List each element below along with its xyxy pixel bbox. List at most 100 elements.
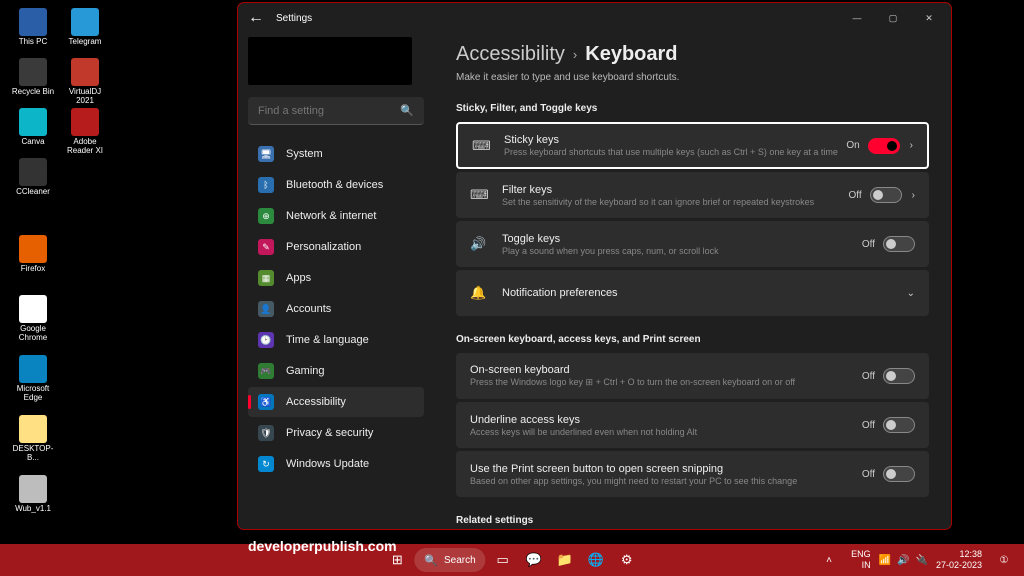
setting-row-underline-access-keys[interactable]: Underline access keysAccess keys will be… — [456, 402, 929, 448]
nav-label: System — [286, 148, 323, 160]
notification-button[interactable]: ① — [990, 546, 1018, 574]
nav-icon: ⊕ — [258, 208, 274, 224]
nav-label: Privacy & security — [286, 427, 373, 439]
nav-label: Time & language — [286, 334, 369, 346]
page-subtitle: Make it easier to type and use keyboard … — [456, 72, 929, 83]
setting-row-sticky-keys[interactable]: ⌨Sticky keysPress keyboard shortcuts tha… — [456, 122, 929, 169]
system-tray[interactable]: 📶 🔊 🔌 — [879, 555, 928, 566]
nav-icon: ᛒ — [258, 177, 274, 193]
close-button[interactable]: ✕ — [911, 4, 947, 32]
task-view-button[interactable]: ▭ — [489, 546, 517, 574]
setting-row-on-screen-keyboard[interactable]: On-screen keyboardPress the Windows logo… — [456, 353, 929, 399]
setting-row-filter-keys[interactable]: ⌨Filter keysSet the sensitivity of the k… — [456, 172, 929, 218]
row-title: Filter keys — [502, 184, 849, 196]
main-panel: Accessibility › Keyboard Make it easier … — [434, 33, 951, 529]
sidebar-item-privacy-security[interactable]: 🛡 Privacy & security — [248, 418, 424, 448]
toggle-switch[interactable] — [883, 236, 915, 252]
back-button[interactable]: ← — [242, 4, 270, 32]
maximize-button[interactable]: ▢ — [875, 4, 911, 32]
sidebar-item-accounts[interactable]: 👤 Accounts — [248, 294, 424, 324]
taskbar-search[interactable]: 🔍 Search — [414, 548, 485, 572]
search-icon: 🔍 — [424, 554, 438, 567]
row-title: Use the Print screen button to open scre… — [470, 463, 862, 475]
toggle-switch[interactable] — [883, 368, 915, 384]
row-desc: Play a sound when you press caps, num, o… — [502, 246, 862, 256]
sidebar-item-network-internet[interactable]: ⊕Network & internet — [248, 201, 424, 231]
settings-window: ← Settings — ▢ ✕ 🔍 🖥 System ᛒBluetooth & d… — [237, 2, 952, 530]
sidebar-item-gaming[interactable]: 🎮 Gaming — [248, 356, 424, 386]
setting-row-toggle-keys[interactable]: 🔊 Toggle keysPlay a sound when you press … — [456, 221, 929, 267]
nav-list: 🖥 System ᛒBluetooth & devices⊕Network & in… — [248, 139, 424, 480]
taskbar: ⊞ 🔍 Search ▭ 💬 📁 🌐 ⚙ ˄ ENG IN 📶 🔊 🔌 12:3… — [0, 544, 1024, 576]
search-input[interactable] — [258, 105, 400, 117]
window-title: Settings — [276, 13, 312, 24]
nav-label: Accounts — [286, 303, 331, 315]
sidebar-item-apps[interactable]: ▦Apps — [248, 263, 424, 293]
profile-area[interactable] — [248, 37, 412, 85]
desktop-icon[interactable]: Canva — [10, 108, 56, 147]
clock[interactable]: 12:38 27-02-2023 — [936, 549, 982, 571]
row-title: Toggle keys — [502, 233, 862, 245]
toggle-switch[interactable] — [883, 466, 915, 482]
nav-label: Apps — [286, 272, 311, 284]
breadcrumb: Accessibility › Keyboard — [456, 43, 929, 66]
taskbar-search-label: Search — [444, 555, 476, 566]
toggle-state: Off — [862, 469, 875, 480]
desktop-icon[interactable]: Firefox — [10, 235, 56, 274]
volume-icon: 🔊 — [897, 555, 909, 566]
chat-button[interactable]: 💬 — [520, 546, 548, 574]
sidebar-item-windows-update[interactable]: ↻Windows Update — [248, 449, 424, 479]
desktop-icon[interactable]: Telegram — [62, 8, 108, 47]
row-title: Notification preferences — [502, 287, 897, 299]
toggle-state: Off — [849, 190, 862, 201]
nav-icon: 🖥 — [258, 146, 274, 162]
sidebar-item-personalization[interactable]: ✎Personalization — [248, 232, 424, 262]
setting-row-notification-preferences[interactable]: 🔔 Notification preferences ⌄ — [456, 270, 929, 316]
chevron-down-icon: ⌄ — [907, 288, 915, 299]
sidebar-item-time-language[interactable]: 🕑 Time & language — [248, 325, 424, 355]
section-title-3: Related settings — [456, 515, 929, 526]
sidebar-item-bluetooth-devices[interactable]: ᛒBluetooth & devices — [248, 170, 424, 200]
row-title: Sticky keys — [504, 134, 846, 146]
row-icon: 🔊 — [470, 236, 488, 252]
toggle-switch[interactable] — [883, 417, 915, 433]
sidebar: 🔍 🖥 System ᛒBluetooth & devices⊕Network & … — [238, 33, 434, 529]
search-icon: 🔍 — [400, 104, 414, 117]
chevron-right-icon: › — [910, 140, 913, 151]
nav-icon: 🎮 — [258, 363, 274, 379]
minimize-button[interactable]: — — [839, 4, 875, 32]
desktop-icon[interactable]: Microsoft Edge — [10, 355, 56, 403]
setting-row-use-the-print-screen-button-to-open-screen-snipping[interactable]: Use the Print screen button to open scre… — [456, 451, 929, 497]
toggle-state: On — [846, 140, 859, 151]
toggle-switch[interactable] — [870, 187, 902, 203]
tray-chevron-up-icon[interactable]: ˄ — [815, 546, 843, 574]
settings-button[interactable]: ⚙ — [613, 546, 641, 574]
desktop-icon[interactable]: CCleaner — [10, 158, 56, 197]
desktop-icon[interactable]: DESKTOP-B... — [10, 415, 56, 463]
desktop-icon[interactable]: Google Chrome — [10, 295, 56, 343]
desktop-icon[interactable]: Recycle Bin — [10, 58, 56, 97]
breadcrumb-parent[interactable]: Accessibility — [456, 43, 565, 66]
desktop-icon[interactable]: Wub_v1.1 — [10, 475, 56, 514]
sidebar-item-system[interactable]: 🖥 System — [248, 139, 424, 169]
nav-label: Gaming — [286, 365, 325, 377]
sidebar-item-accessibility[interactable]: ♿Accessibility — [248, 387, 424, 417]
row-desc: Access keys will be underlined even when… — [470, 427, 862, 437]
nav-icon: 👤 — [258, 301, 274, 317]
chrome-button[interactable]: 🌐 — [582, 546, 610, 574]
desktop-icon[interactable]: Adobe Reader XI — [62, 108, 108, 156]
language-indicator[interactable]: ENG IN — [851, 549, 871, 571]
nav-icon: 🛡 — [258, 425, 274, 441]
desktop-icon[interactable]: This PC — [10, 8, 56, 47]
nav-icon: ♿ — [258, 394, 274, 410]
desktop-icon[interactable]: VirtualDJ 2021 — [62, 58, 108, 106]
row-icon: 🔔 — [470, 285, 488, 301]
toggle-switch[interactable] — [868, 138, 900, 154]
nav-icon: ↻ — [258, 456, 274, 472]
file-explorer-button[interactable]: 📁 — [551, 546, 579, 574]
titlebar: ← Settings — ▢ ✕ — [238, 3, 951, 33]
nav-label: Personalization — [286, 241, 361, 253]
search-box[interactable]: 🔍 — [248, 97, 424, 125]
nav-icon: 🕑 — [258, 332, 274, 348]
row-desc: Set the sensitivity of the keyboard so i… — [502, 197, 849, 207]
